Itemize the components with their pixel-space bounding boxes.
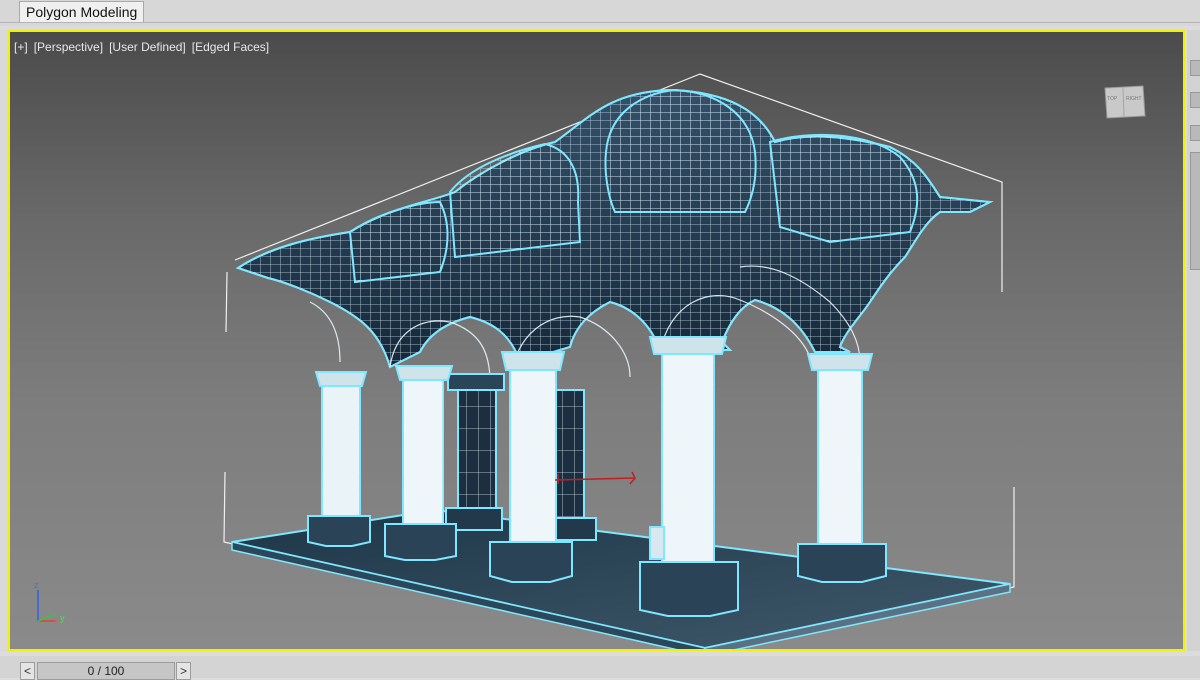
perspective-viewport[interactable]: [+] [Perspective] [User Defined] [Edged … [8,30,1185,651]
panel-button[interactable] [1190,60,1200,76]
ribbon-bar: Polygon Modeling [0,0,1200,26]
ribbon-tab-polygon-modeling[interactable]: Polygon Modeling [19,1,145,23]
panel-button[interactable] [1190,125,1200,141]
command-panel-edge [1187,30,1200,651]
viewcube-face-top: TOP [1107,96,1118,102]
column-front-right [639,336,739,617]
column-far-1 [445,373,505,531]
roof-domes [235,88,994,369]
axis-z-label: z [34,580,39,590]
time-slider[interactable]: 0 / 100 [37,662,175,680]
viewcube-face-right: RIGHT [1126,96,1142,102]
viewcube-icon[interactable]: TOP RIGHT [1101,80,1147,120]
axis-y-label: y [60,613,65,623]
panel-button[interactable] [1190,92,1200,108]
column-left [307,371,371,547]
column-left-center [384,365,457,561]
time-prev-button[interactable]: < [20,662,35,680]
time-slider-bar: < 0 / 100 > [0,656,1200,680]
axis-x-label: x [54,616,59,626]
panel-scrollbar[interactable] [1190,152,1200,270]
viewport-scene: z x y [34,73,1015,649]
time-next-button[interactable]: > [176,662,191,680]
column-right [797,353,887,583]
ribbon-divider [0,22,1200,23]
left-panel-edge [0,30,8,651]
